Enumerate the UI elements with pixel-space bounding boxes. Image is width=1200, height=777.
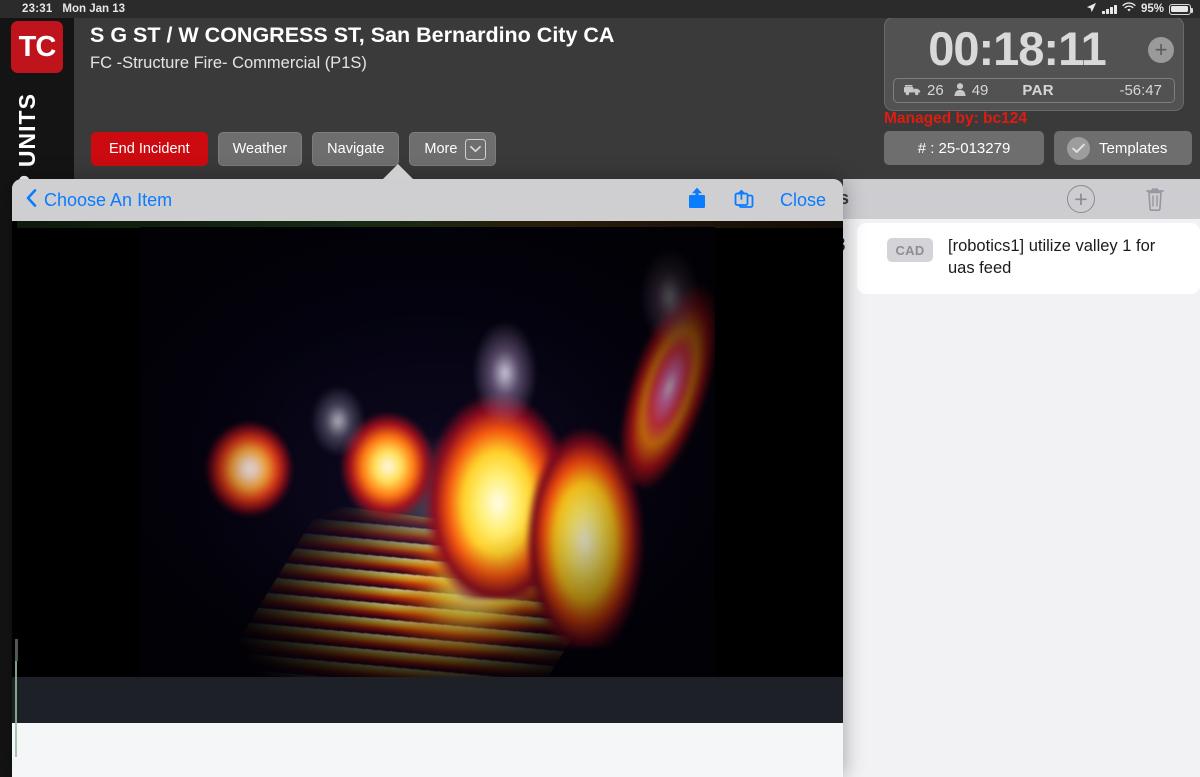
app-logo[interactable]: TC [11, 21, 63, 73]
modal-back-label: Choose An Item [44, 189, 173, 210]
battery-percent: 95% [1140, 3, 1164, 15]
incident-action-toolbar: End Incident Weather Navigate More [91, 132, 497, 166]
par-countdown: -56:47 [1119, 82, 1162, 99]
cellular-signal-icon [1102, 4, 1117, 14]
share-up-icon[interactable] [686, 186, 708, 215]
delete-note-button[interactable] [1143, 186, 1167, 212]
choose-an-item-modal: Choose An Item Close [12, 179, 843, 777]
end-incident-button[interactable]: End Incident [91, 132, 208, 166]
resource-summary-strip: 26 49 PAR -56:47 [893, 78, 1175, 103]
modal-actions: Close [686, 186, 826, 215]
status-bar-time: 23:31 [22, 3, 53, 15]
weather-button[interactable]: Weather [217, 132, 303, 166]
more-button-label: More [424, 141, 458, 157]
modal-toolbar: Choose An Item Close [12, 179, 843, 221]
add-timer-button[interactable]: + [1148, 37, 1174, 63]
image-vignette [140, 227, 715, 677]
note-text: [robotics1] utilize valley 1 for uas fee… [948, 237, 1156, 277]
note-list-item[interactable]: CAD [robotics1] utilize valley 1 for uas… [857, 223, 1200, 294]
note-source-badge: CAD [887, 238, 933, 262]
templates-button-label: Templates [1099, 139, 1168, 157]
modal-close-button[interactable]: Close [780, 190, 826, 211]
location-arrow-icon [1086, 2, 1097, 16]
elapsed-timer: 00:18:11 [928, 21, 1107, 75]
incident-meta-toolbar: # : 25-013279 Templates [884, 131, 1192, 165]
incident-type-subtitle: FC -Structure Fire- Commercial (P1S) [90, 54, 367, 72]
thermal-fire-image [140, 227, 715, 677]
personnel-count: 49 [954, 82, 989, 99]
check-circle-icon [1067, 136, 1090, 160]
apparatus-count: 26 [904, 82, 944, 99]
more-button[interactable]: More [409, 132, 497, 166]
media-stage [12, 221, 843, 777]
managed-by-label: Managed by: bc124 [884, 110, 1027, 127]
fire-truck-icon [904, 84, 921, 98]
ios-status-bar: 23:31 Mon Jan 13 95% [0, 0, 1200, 18]
person-icon [954, 83, 966, 98]
incident-address-title: S G ST / W CONGRESS ST, San Bernardino C… [90, 23, 615, 47]
wifi-icon [1122, 2, 1136, 16]
viewer-footer-area [12, 723, 843, 777]
media-viewer[interactable] [12, 221, 843, 777]
par-label: PAR [1022, 82, 1054, 99]
share-stack-icon[interactable] [732, 186, 756, 215]
battery-icon [1169, 3, 1194, 15]
modal-back-button[interactable]: Choose An Item [26, 188, 173, 212]
add-note-button[interactable]: + [1067, 185, 1095, 213]
navigate-button[interactable]: Navigate [312, 132, 400, 166]
chevron-down-icon [465, 138, 487, 160]
status-bar-indicators: 95% [1086, 2, 1194, 16]
notes-panel-toolbar: es + [829, 179, 1200, 219]
personnel-count-value: 49 [971, 82, 989, 99]
incident-timer-card[interactable]: 00:18:11 + 26 49 PAR -56:47 [884, 17, 1184, 111]
scrollbar-tick[interactable] [15, 639, 18, 661]
viewer-lower-bar [12, 677, 843, 723]
notes-panel: es + 3 CAD [robotics1] utilize valley 1 … [829, 179, 1200, 777]
status-bar-date: Mon Jan 13 [62, 3, 126, 15]
app-root: 23:31 Mon Jan 13 95% TC AP UNITS S G ST … [0, 0, 1200, 777]
incident-number-button[interactable]: # : 25-013279 [884, 131, 1044, 165]
apparatus-count-value: 26 [927, 82, 944, 99]
chevron-left-icon [26, 188, 37, 212]
scroll-indicator[interactable] [15, 661, 17, 757]
popover-arrow [383, 164, 413, 179]
templates-button[interactable]: Templates [1054, 131, 1192, 165]
